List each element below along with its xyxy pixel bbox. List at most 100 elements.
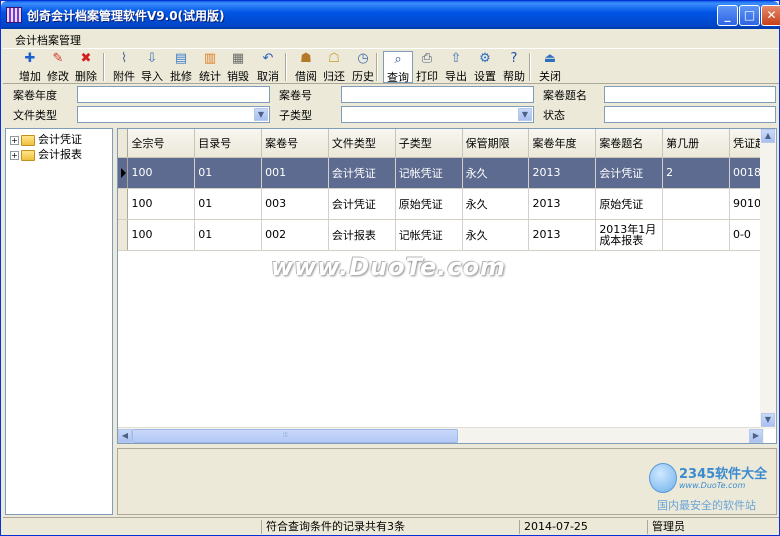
- table-cell[interactable]: 会计凭证: [328, 188, 396, 220]
- watermark-slogan: 国内最安全的软件站: [657, 499, 756, 512]
- toolbar-button-label: 关闭: [539, 70, 561, 83]
- table-cell[interactable]: 会计报表: [328, 219, 396, 251]
- table-cell[interactable]: 记帐凭证: [395, 157, 463, 189]
- scroll-left-button[interactable]: ◀: [118, 429, 132, 443]
- toolbar-button-label: 销毁: [227, 70, 249, 83]
- watermark-text: www.DuoTe.com: [271, 253, 506, 281]
- tree-item-label: 会计凭证: [38, 133, 82, 146]
- toolbar-button-undo[interactable]: ↶ 取消: [253, 51, 283, 83]
- scroll-down-button[interactable]: ▼: [761, 413, 775, 427]
- table-cell[interactable]: 永久: [462, 157, 530, 189]
- toolbar-button-label: 历史: [352, 70, 374, 83]
- window-title: 创奇会计档案管理软件V9.0(试用版): [27, 9, 225, 23]
- table-row[interactable]: 100 01 001 会计凭证 记帐凭证 永久 2013 会计凭证 2 00180: [118, 157, 776, 189]
- toolbar-button-label: 取消: [257, 70, 279, 83]
- toolbar-button-borrow[interactable]: ☗ 借阅: [291, 51, 321, 83]
- table-cell[interactable]: 100: [127, 219, 196, 251]
- table-cell[interactable]: 永久: [462, 188, 530, 220]
- scroll-up-button[interactable]: ▲: [761, 129, 775, 143]
- table-cell[interactable]: 01: [194, 188, 263, 220]
- year-input[interactable]: [77, 86, 270, 103]
- table-cell[interactable]: 会计凭证: [328, 157, 396, 189]
- toolbar-button-trash[interactable]: ▦ 销毁: [223, 51, 253, 83]
- scroll-thumb[interactable]: ⦙⦙⦙: [132, 429, 458, 443]
- toolbar-button-help[interactable]: ? 帮助: [499, 51, 529, 83]
- toolbar-button-printer[interactable]: ⎙ 打印: [412, 51, 442, 83]
- toolbar-button-label: 归还: [323, 70, 345, 83]
- table-cell[interactable]: 01: [194, 157, 263, 189]
- volume-no-label: 案卷号: [279, 89, 312, 102]
- grip-icon: ⦙⦙⦙: [283, 431, 288, 439]
- table-cell[interactable]: 永久: [462, 219, 530, 251]
- watermark-badge: 2345软件大全 www.DuoTe.com 国内最安全的软件站: [649, 459, 779, 515]
- tree-item-vouchers[interactable]: + 会计凭证: [10, 131, 82, 146]
- table-cell[interactable]: 2013: [528, 157, 597, 189]
- close-button[interactable]: ✕: [761, 5, 780, 26]
- file-type-select[interactable]: ▼: [77, 106, 270, 123]
- toolbar-button-clock[interactable]: ◷ 历史: [348, 51, 378, 83]
- horizontal-scrollbar[interactable]: ◀ ⦙⦙⦙ ▶: [118, 427, 764, 443]
- table-cell[interactable]: 01: [194, 219, 263, 251]
- toolbar-button-return[interactable]: ☖ 归还: [319, 51, 349, 83]
- volume-no-input[interactable]: [341, 86, 534, 103]
- toolbar-button-add[interactable]: ✚ 增加: [15, 51, 45, 83]
- table-cell[interactable]: 记帐凭证: [395, 219, 463, 251]
- chevron-down-icon[interactable]: ▼: [518, 108, 532, 121]
- table-cell[interactable]: 原始凭证: [395, 188, 463, 220]
- expand-icon[interactable]: +: [10, 135, 19, 145]
- row-header[interactable]: [118, 188, 129, 220]
- toolbar-button-export[interactable]: ⇧ 导出: [441, 51, 471, 83]
- vertical-scrollbar[interactable]: ▲ ▼: [760, 129, 776, 429]
- column-header[interactable]: 全宗号: [127, 129, 196, 158]
- table-cell[interactable]: 001: [261, 157, 329, 189]
- toolbar-button-paperclip[interactable]: ⌇ 附件: [109, 51, 139, 83]
- table-cell[interactable]: 原始凭证: [595, 188, 664, 220]
- subtype-select[interactable]: ▼: [341, 106, 534, 123]
- column-header[interactable]: 案卷题名: [595, 129, 664, 158]
- column-header[interactable]: 案卷年度: [528, 129, 597, 158]
- table-cell[interactable]: 会计凭证: [595, 157, 664, 189]
- status-input[interactable]: [604, 106, 776, 123]
- table-cell[interactable]: 2: [662, 157, 730, 189]
- table-cell[interactable]: [662, 188, 730, 220]
- toolbar-button-exit[interactable]: ⏏ 关闭: [535, 51, 565, 83]
- table-cell[interactable]: 100: [127, 188, 196, 220]
- table-row[interactable]: 100 01 003 会计凭证 原始凭证 永久 2013 原始凭证 90100: [118, 188, 776, 220]
- column-header[interactable]: 文件类型: [328, 129, 396, 158]
- table-cell[interactable]: 003: [261, 188, 329, 220]
- maximize-button[interactable]: □: [739, 5, 760, 26]
- toolbar-button-statistics[interactable]: ▥ 统计: [195, 51, 225, 83]
- column-header[interactable]: 子类型: [395, 129, 463, 158]
- scroll-right-button[interactable]: ▶: [749, 429, 763, 443]
- toolbar-button-label: 导入: [141, 70, 163, 83]
- toolbar-button-search[interactable]: ⌕ 查询: [383, 51, 413, 84]
- status-label: 状态: [543, 109, 565, 122]
- column-header[interactable]: 第几册: [662, 129, 730, 158]
- toolbar-button-import[interactable]: ⇩ 导入: [137, 51, 167, 83]
- column-header[interactable]: 保管期限: [462, 129, 530, 158]
- table-cell[interactable]: 2013: [528, 188, 597, 220]
- toolbar-button-batch-edit[interactable]: ▤ 批修: [166, 51, 196, 83]
- table-cell[interactable]: 100: [127, 157, 196, 189]
- title-bar[interactable]: 创奇会计档案管理软件V9.0(试用版) _ □ ✕: [1, 1, 780, 29]
- table-cell[interactable]: 2013: [528, 219, 597, 251]
- column-header[interactable]: 案卷号: [261, 129, 329, 158]
- volume-title-input[interactable]: [604, 86, 776, 103]
- column-header[interactable]: 目录号: [194, 129, 263, 158]
- table-cell[interactable]: 002: [261, 219, 329, 251]
- chevron-down-icon[interactable]: ▼: [254, 108, 268, 121]
- trash-icon: ▦: [231, 51, 245, 66]
- toolbar-button-label: 查询: [387, 71, 409, 84]
- tree-item-reports[interactable]: + 会计报表: [10, 146, 82, 161]
- expand-icon[interactable]: +: [10, 150, 19, 160]
- toolbar-button-delete[interactable]: ✖ 删除: [71, 51, 101, 83]
- minimize-button[interactable]: _: [717, 5, 738, 26]
- menu-archive-management[interactable]: 会计档案管理: [15, 32, 81, 48]
- table-cell[interactable]: [662, 219, 730, 251]
- row-header[interactable]: [118, 219, 129, 251]
- toolbar-button-gear[interactable]: ⚙ 设置: [470, 51, 500, 83]
- table-row[interactable]: 100 01 002 会计报表 记帐凭证 永久 2013 2013年1月成本报表 0-0: [118, 219, 776, 251]
- table-cell[interactable]: 2013年1月成本报表: [595, 219, 664, 251]
- row-header[interactable]: [118, 157, 129, 189]
- toolbar-button-pencil[interactable]: ✎ 修改: [43, 51, 73, 83]
